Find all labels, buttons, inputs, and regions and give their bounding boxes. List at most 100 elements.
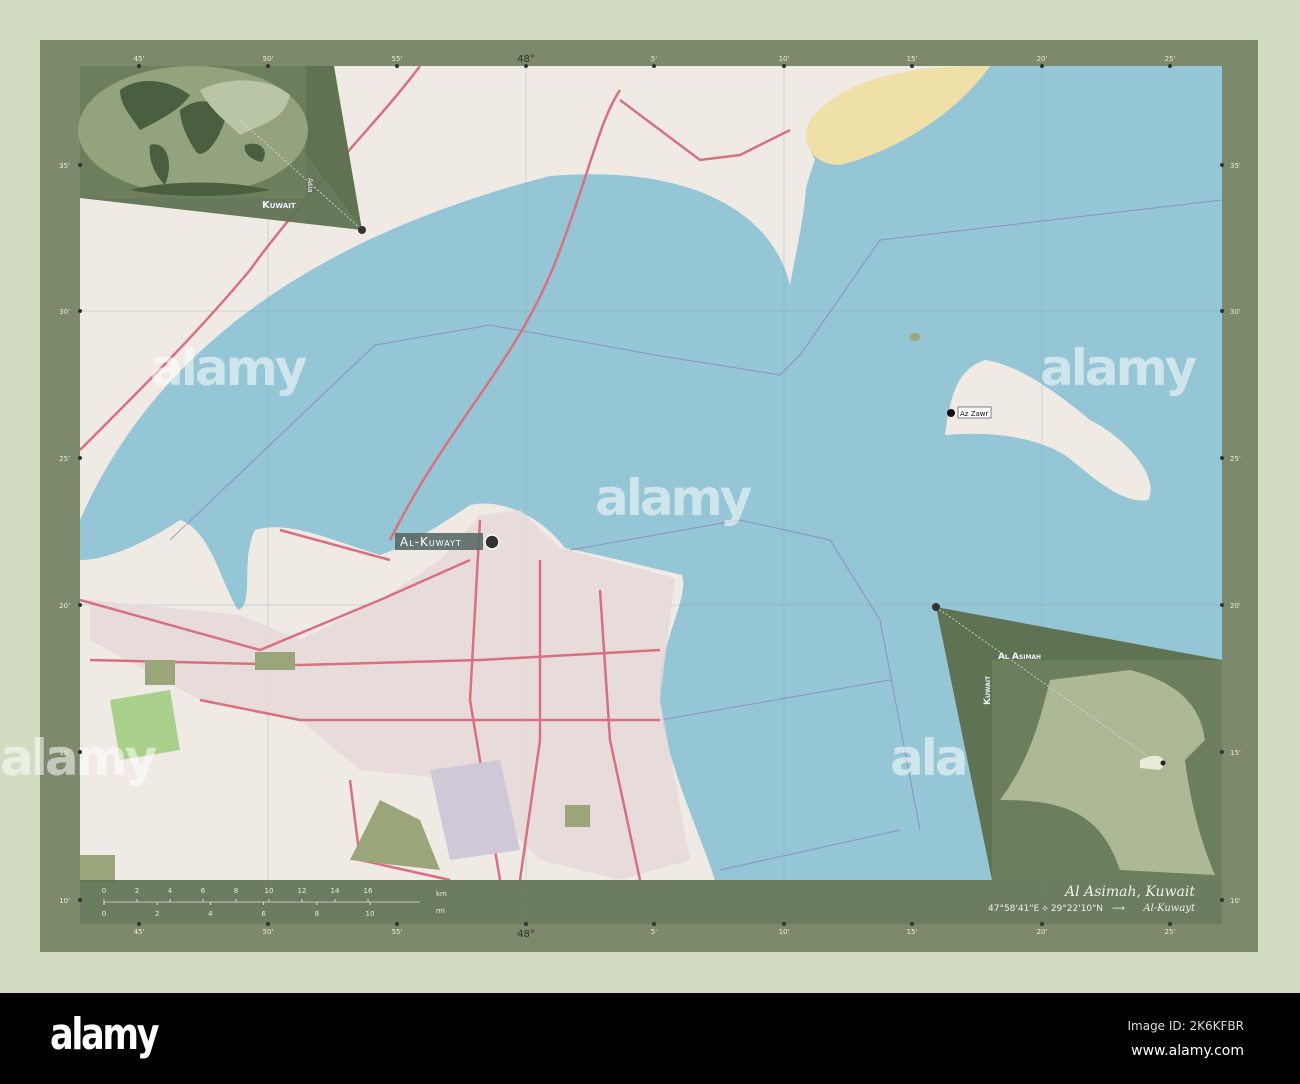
tick-mark [910,922,914,926]
km-tick-label: 12 [298,887,307,895]
image-id: Image ID: 2K6KFBR [1127,1019,1244,1033]
tick-mark [1040,922,1044,926]
left-tick-label: 35' [59,162,70,170]
right-tick-label: 20' [1230,602,1241,610]
svg-text:alamy: alamy [595,469,752,527]
scale-km-label: km [436,890,447,898]
svg-text:alamy: alamy [1040,339,1197,397]
mi-tick-label: 8 [315,910,319,918]
tick-mark [1168,922,1172,926]
tick-mark [78,750,82,754]
tick-mark [524,64,528,68]
alamy-logo: alamy [50,1009,160,1060]
top-tick-label: 55' [392,55,403,63]
right-tick-label: 35' [1230,162,1241,170]
top-tick-label: 15' [907,55,918,63]
top-tick-label: 20' [1037,55,1048,63]
tick-mark [524,922,528,926]
tick-mark [652,922,656,926]
bottom-tick-label: 50' [263,928,274,936]
top-tick-label: 48° [517,54,535,65]
tick-mark [137,64,141,68]
town-label: Az Zawr [960,410,988,418]
bottom-tick-label: 10' [779,928,790,936]
footer: alamy Image ID: 2K6KFBR www.alamy.com [0,993,1300,1084]
left-tick-label: 20' [59,602,70,610]
km-tick-label: 4 [168,887,173,895]
inset-country-label: Kuwait [262,200,296,211]
top-tick-label: 25' [1165,55,1176,63]
scale-mi-label: mi [436,907,445,915]
top-tick-label: 5' [651,55,657,63]
tick-mark [1220,898,1224,902]
tick-mark [1220,309,1224,313]
km-tick-label: 16 [364,887,373,895]
svg-text:alamy: alamy [0,729,157,787]
capital-reference: Al-Kuwayt [1142,903,1196,914]
bottom-tick-label: 48° [517,929,535,940]
right-tick-label: 10' [1230,897,1241,905]
tick-mark [1040,64,1044,68]
left-tick-label: 10' [59,897,70,905]
capital-marker [484,534,500,550]
bottom-tick-label: 45' [134,928,145,936]
tick-mark [78,309,82,313]
mi-tick-label: 6 [261,910,266,918]
inset-continent-label: Asia [306,178,314,193]
km-tick-label: 6 [201,887,206,895]
tick-mark [78,456,82,460]
tick-mark [266,922,270,926]
km-tick-label: 2 [135,887,139,895]
mi-tick-label: 2 [155,910,159,918]
tick-mark [395,64,399,68]
map-coordinates: 47°58'41"E ⟡ 29°22'10"N [988,904,1103,914]
top-tick-label: 10' [779,55,790,63]
bottom-tick-label: 55' [392,928,403,936]
tick-mark [1220,750,1224,754]
world-inset-marker [358,226,366,234]
left-tick-label: 25' [59,455,70,463]
tick-mark [1220,456,1224,460]
tick-mark [910,64,914,68]
mi-tick-label: 0 [102,910,106,918]
top-tick-label: 50' [263,55,274,63]
tick-mark [78,898,82,902]
km-tick-label: 0 [102,887,106,895]
arrow-icon: ⟶ [1112,904,1125,914]
left-tick-label: 15' [59,749,70,757]
map-title: Al Asimah, Kuwait [1063,884,1195,900]
tick-mark [652,64,656,68]
right-tick-label: 15' [1230,749,1241,757]
site-url[interactable]: www.alamy.com [1131,1043,1244,1059]
bottom-tick-label: 20' [1037,928,1048,936]
tick-mark [137,922,141,926]
tick-mark [1168,64,1172,68]
tick-mark [395,922,399,926]
mi-tick-label: 10 [366,910,375,918]
top-tick-label: 45' [134,55,145,63]
tick-mark [1220,603,1224,607]
svg-text:alamy: alamy [150,339,307,397]
inset-country-name: Kuwait [983,675,993,705]
map: alamy alamy alamy alamy alamy Kuwait Asi… [0,40,1258,952]
km-tick-label: 10 [265,887,274,895]
tick-mark [782,64,786,68]
country-inset-marker [932,603,940,611]
bottom-tick-label: 5' [651,928,657,936]
km-tick-label: 14 [331,887,340,895]
bottom-tick-label: 15' [907,928,918,936]
tick-mark [78,163,82,167]
islet [910,333,920,341]
mi-tick-label: 4 [208,910,213,918]
tick-mark [782,922,786,926]
inset-region-label: Al Asimah [998,652,1041,662]
tick-mark [1220,163,1224,167]
km-tick-label: 8 [234,887,238,895]
town-marker [947,409,955,417]
tick-mark [266,64,270,68]
right-tick-label: 25' [1230,455,1241,463]
tick-mark [78,603,82,607]
left-tick-label: 30' [59,308,70,316]
right-tick-label: 30' [1230,308,1241,316]
capital-label: Al-Kuwayt [400,535,462,549]
